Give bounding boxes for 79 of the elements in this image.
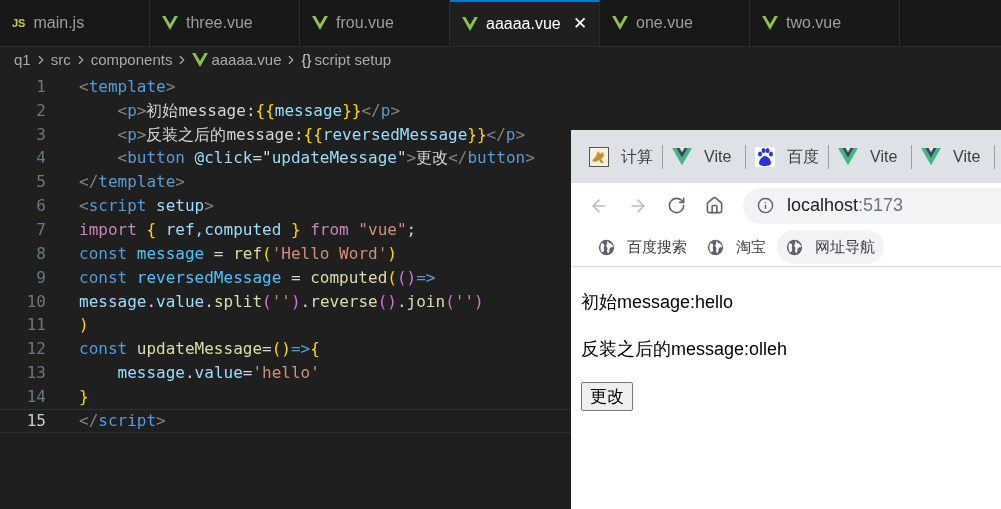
page-paragraph: 初始message:hello bbox=[581, 291, 735, 314]
code-line: <button @click="updateMessage">更改</button> bbox=[116, 147, 535, 170]
breadcrumb[interactable]: script setup bbox=[314, 48, 392, 72]
line-number: 8 bbox=[35, 242, 46, 265]
code-line: </template> bbox=[79, 171, 185, 194]
braces-symbol: {} bbox=[301, 49, 312, 70]
line-number: 11 bbox=[25, 314, 46, 337]
reload-icon[interactable] bbox=[667, 196, 686, 215]
vue-logo-icon bbox=[672, 147, 692, 166]
vue-logo-icon bbox=[162, 16, 178, 30]
code-line: } bbox=[79, 385, 89, 408]
line-number: 3 bbox=[35, 123, 46, 146]
info-icon[interactable] bbox=[757, 197, 774, 214]
code-line: message.value='hello' bbox=[116, 362, 320, 385]
line-number: 4 bbox=[35, 147, 46, 170]
code-line: </script> bbox=[79, 409, 166, 432]
url-text: localhost:5173 bbox=[787, 194, 904, 217]
browser-tab[interactable]: Vite bbox=[921, 141, 994, 172]
browser-tab[interactable]: Vite bbox=[672, 141, 745, 172]
code-line: ) bbox=[79, 314, 89, 337]
browser-tab[interactable]: 计算 bbox=[589, 141, 662, 172]
vue-logo-icon bbox=[462, 17, 478, 31]
tab-label: aaaaa.vue bbox=[486, 14, 561, 34]
line-number: 12 bbox=[25, 338, 46, 361]
code-line: const updateMessage=()=>{ bbox=[79, 338, 320, 361]
close-icon[interactable]: ✕ bbox=[573, 11, 587, 37]
line-number: 13 bbox=[25, 362, 46, 385]
tab-label: main.js bbox=[33, 13, 85, 33]
code-line: <script setup> bbox=[79, 195, 214, 218]
browser-tab[interactable]: Vite bbox=[838, 141, 911, 172]
line-number: 14 bbox=[25, 385, 46, 408]
code-line: import { ref,computed } from "vue"; bbox=[79, 219, 417, 241]
line-number: 1 bbox=[35, 75, 46, 98]
line-number: 6 bbox=[35, 195, 46, 218]
editor-tab[interactable]: aaaaa.vue ✕ bbox=[450, 0, 600, 46]
editor-tab[interactable]: three.vue bbox=[150, 0, 300, 46]
globe-icon bbox=[707, 238, 724, 256]
line-number: 5 bbox=[35, 171, 46, 194]
page-paragraph: 反装之后的message:olleh bbox=[581, 338, 789, 361]
code-line: message.value.split('').reverse().join('') bbox=[79, 290, 484, 313]
bookmark[interactable]: 网址导航 bbox=[777, 230, 884, 264]
vue-logo-icon bbox=[312, 16, 328, 30]
line-number: 2 bbox=[35, 99, 46, 122]
breadcrumb[interactable]: aaaaa.vue bbox=[211, 48, 282, 72]
vue-logo-icon bbox=[612, 16, 628, 30]
code-line: <p>反装之后的message:{{reversedMessage}}</p> bbox=[116, 123, 526, 146]
code-line: const message = ref('Hello Word') bbox=[79, 242, 397, 265]
tab-label: three.vue bbox=[186, 13, 253, 33]
vue-logo-icon bbox=[192, 53, 209, 67]
code-line: const reversedMessage = computed(()=> bbox=[79, 266, 436, 289]
change-button[interactable]: 更改 bbox=[581, 382, 633, 412]
vue-logo-icon bbox=[838, 147, 858, 166]
editor-tab[interactable]: one.vue bbox=[600, 0, 750, 46]
bookmark[interactable]: 淘宝 bbox=[698, 230, 775, 264]
browser-tab[interactable]: 百度 bbox=[755, 141, 828, 172]
breadcrumb[interactable]: q1 bbox=[14, 48, 31, 72]
address-bar[interactable]: localhost:5173 bbox=[743, 187, 1001, 224]
code-line: <p>初始message:{{message}}</p> bbox=[116, 99, 401, 122]
code-line: <template> bbox=[79, 75, 176, 98]
editor-tab[interactable]: two.vue bbox=[750, 0, 900, 46]
line-number: 9 bbox=[35, 266, 46, 289]
js-label: JS bbox=[12, 15, 26, 31]
globe-icon bbox=[598, 238, 615, 256]
breadcrumb[interactable]: src bbox=[50, 48, 71, 72]
line-number: 15 bbox=[25, 409, 46, 432]
editor-tab[interactable]: JS main.js bbox=[0, 0, 150, 46]
cat-icon bbox=[589, 146, 609, 167]
tab-label: two.vue bbox=[786, 13, 842, 33]
globe-icon bbox=[786, 238, 803, 256]
tab-label: frou.vue bbox=[336, 13, 394, 33]
tab-label: one.vue bbox=[636, 13, 693, 33]
line-number: 10 bbox=[25, 290, 46, 313]
breadcrumb[interactable]: components bbox=[90, 48, 173, 72]
line-number: 7 bbox=[35, 219, 46, 241]
vue-logo-icon bbox=[921, 147, 941, 166]
bookmark[interactable]: 百度搜索 bbox=[589, 230, 696, 264]
paw-icon bbox=[755, 146, 775, 167]
home-icon[interactable] bbox=[705, 196, 724, 215]
vue-logo-icon bbox=[762, 16, 778, 30]
